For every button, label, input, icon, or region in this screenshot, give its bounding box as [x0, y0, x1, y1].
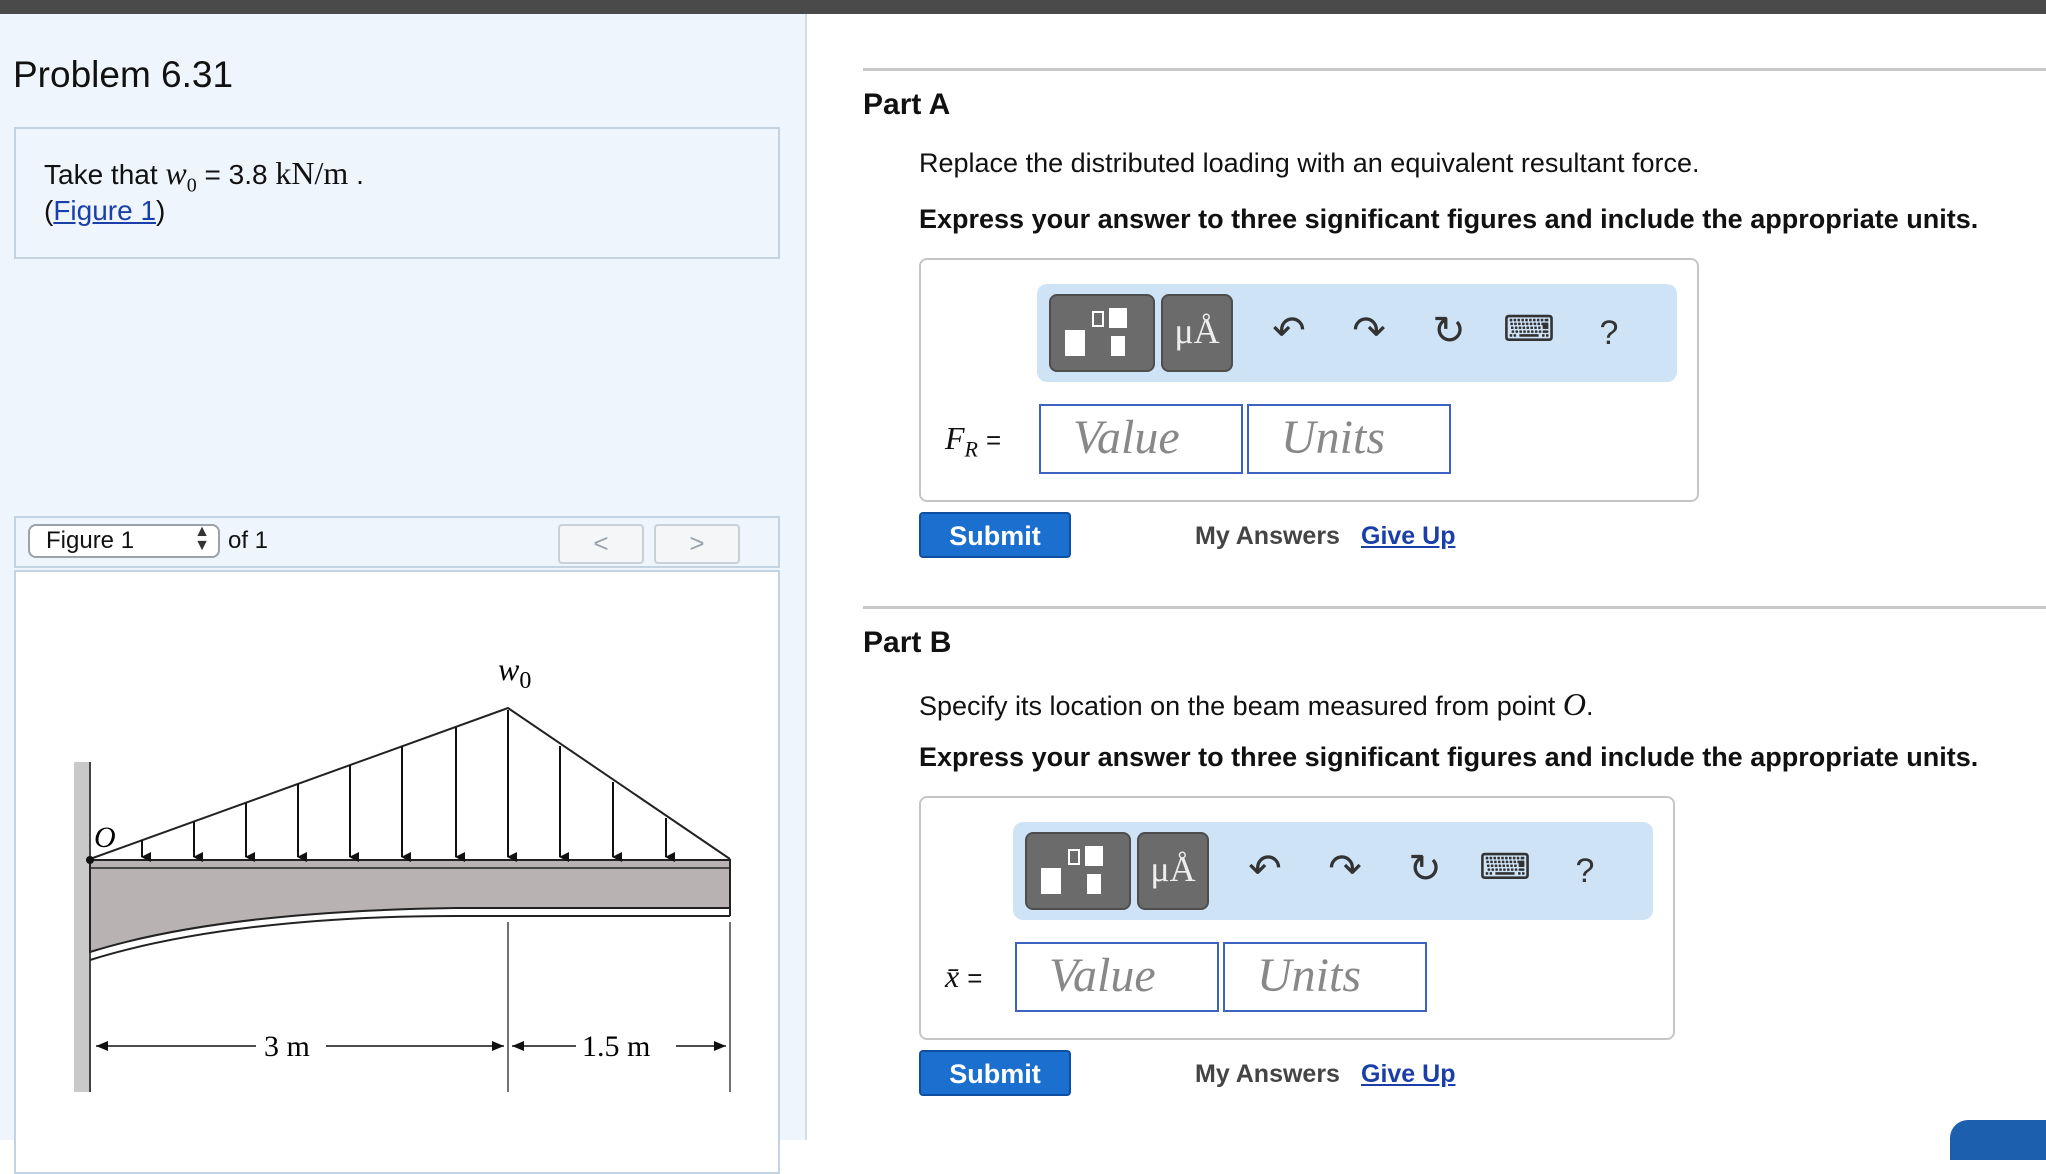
load-arrows: [141, 710, 675, 862]
beam: [89, 859, 731, 954]
part-b-title: Part B: [863, 626, 952, 659]
figure-link[interactable]: Figure 1: [53, 195, 156, 226]
corner-action-button[interactable]: [1950, 1120, 2046, 1160]
reset-icon[interactable]: ↻: [1419, 308, 1479, 354]
help-icon[interactable]: ?: [1579, 314, 1639, 353]
part-b-give-up-link[interactable]: Give Up: [1361, 1060, 1455, 1089]
distributed-load-outline: [89, 706, 731, 860]
part-b-variable-label: x̄ =: [945, 958, 983, 994]
problem-panel: Problem 6.31 Take that w0 = 3.8 kN/m . (…: [0, 14, 807, 1174]
part-a-units-input[interactable]: Units: [1247, 404, 1451, 474]
fixed-wall: [74, 762, 90, 1092]
part-b-submit-button[interactable]: Submit: [919, 1050, 1071, 1096]
part-b-divider: [863, 606, 2046, 609]
keyboard-icon[interactable]: ⌨: [1499, 308, 1559, 350]
problem-title: Problem 6.31: [13, 54, 234, 95]
given-value: = 3.8: [204, 159, 268, 190]
given-variable: w0: [165, 155, 197, 197]
units-button[interactable]: μÅ: [1161, 294, 1233, 372]
select-arrows-icon: ▲ ▼: [194, 523, 210, 554]
part-a-title: Part A: [863, 88, 951, 121]
part-b-instruction: Express your answer to three significant…: [919, 742, 1979, 772]
part-b-value-input[interactable]: Value: [1015, 942, 1219, 1012]
answer-panel: Part A Replace the distributed loading w…: [805, 14, 2046, 1140]
template-button[interactable]: [1049, 294, 1155, 372]
part-b-prompt: Specify its location on the beam measure…: [919, 686, 1594, 722]
part-b-my-answers[interactable]: My Answers: [1195, 1060, 1340, 1089]
keyboard-icon[interactable]: ⌨: [1475, 846, 1535, 888]
origin-point: [86, 856, 94, 864]
top-window-bar: [0, 0, 2046, 14]
part-a-prompt: Replace the distributed loading with an …: [919, 148, 1700, 178]
given-suffix: .: [356, 159, 364, 190]
figure-link-line: (Figure 1): [44, 195, 166, 226]
figure-select-value: Figure 1: [46, 527, 135, 554]
help-icon[interactable]: ?: [1555, 852, 1615, 891]
beam-diagram: w0 O 3 m 1.5 m: [74, 651, 731, 1092]
template-icon: [1041, 846, 1103, 894]
figure-select[interactable]: Figure 1 ▲ ▼: [28, 524, 220, 558]
part-a-toolbar: μÅ ↶ ↷ ↻ ⌨ ?: [1037, 284, 1677, 382]
redo-icon[interactable]: ↷: [1315, 846, 1375, 892]
part-b-toolbar: μÅ ↶ ↷ ↻ ⌨ ?: [1013, 822, 1653, 920]
undo-icon[interactable]: ↶: [1235, 846, 1295, 892]
part-a-submit-button[interactable]: Submit: [919, 512, 1071, 558]
load-label: w0: [498, 651, 531, 694]
origin-label: O: [94, 821, 116, 854]
given-prefix: Take that: [44, 159, 158, 190]
given-statement: Take that w0 = 3.8 kN/m .: [44, 155, 364, 197]
part-a-instruction: Express your answer to three significant…: [919, 204, 1979, 234]
part-b-answer-box: μÅ ↶ ↷ ↻ ⌨ ? x̄ = Value Units: [919, 796, 1675, 1040]
units-button[interactable]: μÅ: [1137, 832, 1209, 910]
given-units: kN/m: [275, 155, 349, 191]
figure-panel: w0 O 3 m 1.5 m: [14, 570, 780, 1174]
part-a-value-input[interactable]: Value: [1039, 404, 1243, 474]
prev-figure-button[interactable]: <: [558, 524, 644, 564]
dimension-right: 1.5 m: [582, 1030, 650, 1063]
next-figure-button[interactable]: >: [654, 524, 740, 564]
part-a-answer-box: μÅ ↶ ↷ ↻ ⌨ ? FR = Value Units: [919, 258, 1699, 502]
part-a-give-up-link[interactable]: Give Up: [1361, 522, 1455, 551]
figure-count: of 1: [228, 527, 269, 554]
template-button[interactable]: [1025, 832, 1131, 910]
part-a-variable-label: FR =: [945, 420, 1002, 462]
template-icon: [1065, 308, 1127, 356]
redo-icon[interactable]: ↷: [1339, 308, 1399, 354]
part-b-units-input[interactable]: Units: [1223, 942, 1427, 1012]
undo-icon[interactable]: ↶: [1259, 308, 1319, 354]
given-box: Take that w0 = 3.8 kN/m . (Figure 1): [14, 127, 780, 259]
figure-navigation-bar: Figure 1 ▲ ▼ of 1 < >: [14, 516, 780, 568]
part-a-my-answers[interactable]: My Answers: [1195, 522, 1340, 551]
dimension-left: 3 m: [264, 1030, 310, 1063]
part-a-divider: [863, 68, 2046, 71]
reset-icon[interactable]: ↻: [1395, 846, 1455, 892]
